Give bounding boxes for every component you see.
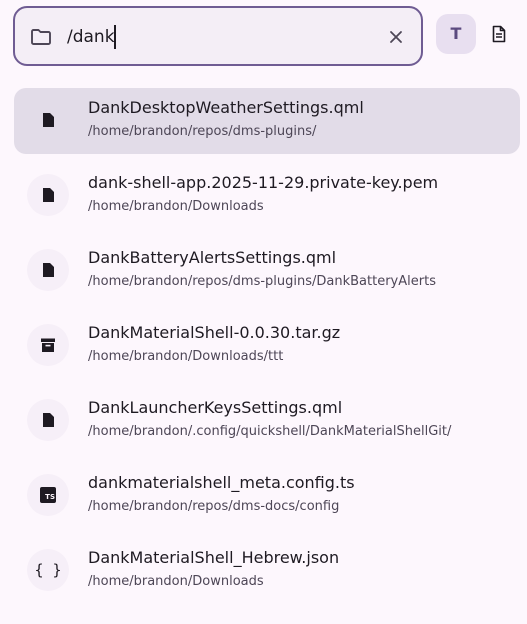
result-path: /home/brandon/.config/quickshell/DankMat…: [88, 424, 452, 439]
search-bar: T: [13, 6, 516, 66]
json-braces-icon: { }: [27, 549, 69, 591]
result-path: /home/brandon/repos/dms-docs/config: [88, 499, 340, 514]
file-icon: [27, 174, 69, 216]
result-item[interactable]: DankMaterialShell-0.0.30.tar.gz /home/br…: [14, 313, 520, 388]
folder-icon: [31, 29, 51, 45]
result-path: /home/brandon/repos/dms-plugins/DankBatt…: [88, 274, 436, 289]
result-name: dankmaterialshell_meta.config.ts: [88, 473, 355, 492]
result-name: DankMaterialShell-0.0.30.tar.gz: [88, 323, 341, 342]
typescript-badge: TS: [40, 487, 56, 503]
file-mode-button[interactable]: [486, 14, 516, 54]
search-input[interactable]: [67, 22, 367, 52]
result-name: dank-shell-app.2025-11-29.private-key.pe…: [88, 173, 439, 192]
result-path: /home/brandon/Downloads: [88, 574, 264, 589]
result-item[interactable]: DankLauncherKeysSettings.qml /home/brand…: [14, 388, 520, 463]
result-name: DankLauncherKeysSettings.qml: [88, 398, 343, 417]
result-item[interactable]: dank-shell-app.2025-11-29.private-key.pe…: [14, 163, 520, 238]
result-name: DankBatteryAlertsSettings.qml: [88, 248, 337, 267]
result-item[interactable]: TS dankmaterialshell_meta.config.ts /hom…: [14, 463, 520, 538]
result-path: /home/brandon/repos/dms-plugins/: [88, 124, 317, 139]
result-path: /home/brandon/Downloads/ttt: [88, 349, 284, 364]
file-icon: [27, 249, 69, 291]
clear-icon[interactable]: [387, 28, 405, 46]
result-name: DankMaterialShell_Hebrew.json: [88, 548, 340, 567]
result-path: /home/brandon/Downloads: [88, 199, 264, 214]
archive-icon: [27, 324, 69, 366]
text-mode-button[interactable]: T: [436, 14, 476, 54]
result-item[interactable]: DankBatteryAlertsSettings.qml /home/bran…: [14, 238, 520, 313]
file-icon: [27, 399, 69, 441]
typescript-icon: TS: [27, 474, 69, 516]
json-glyph: { }: [34, 561, 62, 579]
result-item[interactable]: DankDesktopWeatherSettings.qml /home/bra…: [14, 88, 520, 154]
text-mode-label: T: [450, 24, 462, 43]
result-name: DankDesktopWeatherSettings.qml: [88, 98, 364, 117]
file-icon: [27, 99, 69, 141]
results-list: DankDesktopWeatherSettings.qml /home/bra…: [14, 88, 520, 613]
result-item[interactable]: { } DankMaterialShell_Hebrew.json /home/…: [14, 538, 520, 613]
search-box[interactable]: [13, 6, 423, 66]
text-caret: [114, 25, 116, 49]
document-icon: [492, 25, 506, 43]
